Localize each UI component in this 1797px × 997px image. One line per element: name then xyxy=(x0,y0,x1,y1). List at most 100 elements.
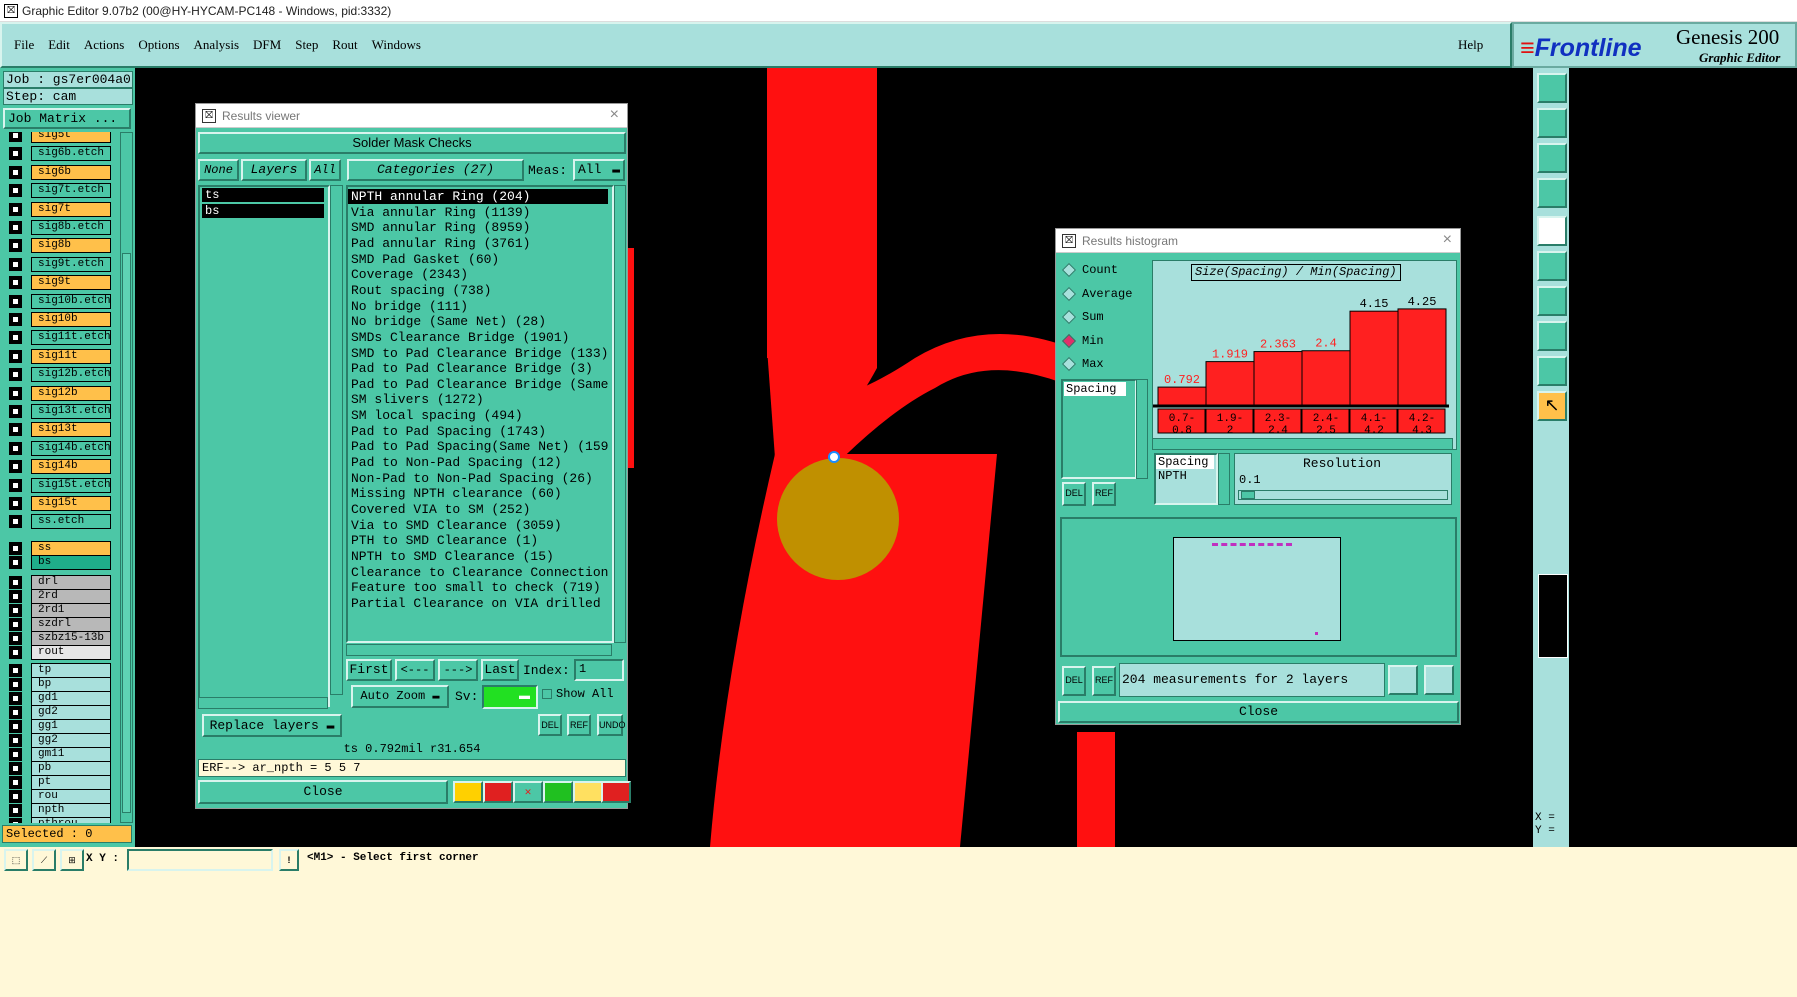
counter-icon[interactable] xyxy=(543,781,573,803)
layer-checkbox[interactable] xyxy=(9,460,22,474)
layer-row[interactable]: bs xyxy=(9,554,111,570)
menu-step[interactable]: Step xyxy=(295,37,318,52)
layer-scroll-thumb[interactable] xyxy=(122,253,131,813)
layer-row[interactable]: sig7t xyxy=(9,201,111,217)
layer-name[interactable]: sig11t.etch xyxy=(31,330,111,346)
layer-name[interactable]: sig9t.etch xyxy=(31,256,111,272)
layer-checkbox[interactable] xyxy=(9,405,22,418)
export-icon[interactable] xyxy=(1388,665,1418,695)
layer-checkbox[interactable] xyxy=(9,589,22,603)
layer-row[interactable]: sig15t.etch xyxy=(9,477,111,493)
categories-vscroll[interactable] xyxy=(614,185,626,643)
radio-icon[interactable] xyxy=(1061,309,1077,325)
layer-name[interactable]: ss.etch xyxy=(31,514,111,530)
layer-row[interactable]: sig13t.etch xyxy=(9,404,111,419)
overview-window[interactable] xyxy=(1538,574,1568,658)
layer-row[interactable]: sig6b.etch xyxy=(9,146,111,162)
drc-icon[interactable] xyxy=(1537,356,1567,386)
layer-checkbox[interactable] xyxy=(9,733,22,747)
layer-name[interactable]: sig8b xyxy=(31,238,111,254)
zoom-home-icon[interactable] xyxy=(1537,73,1567,103)
hist-ref-icon[interactable]: REF xyxy=(1092,482,1116,506)
category-item[interactable]: SMD to Pad Clearance Bridge (133) xyxy=(348,346,608,361)
close-icon[interactable]: × xyxy=(1443,231,1452,249)
category-item[interactable]: Covered VIA to SM (252) xyxy=(348,502,608,517)
layer-row[interactable]: pb xyxy=(9,760,111,776)
layer-name[interactable]: sig15t xyxy=(31,496,111,511)
pan-icon[interactable] xyxy=(1537,178,1567,208)
category-item[interactable]: Pad to Pad Spacing (1743) xyxy=(348,424,608,439)
menu-rout[interactable]: Rout xyxy=(332,37,357,52)
index-input[interactable]: 1 xyxy=(574,659,624,681)
menu-dfm[interactable]: DFM xyxy=(253,37,281,52)
menu-actions[interactable]: Actions xyxy=(84,37,124,52)
features-icon[interactable] xyxy=(1537,321,1567,351)
chart-export-icon[interactable] xyxy=(1424,665,1454,695)
histogram-bar[interactable] xyxy=(1253,351,1303,406)
layer-name[interactable]: gg2 xyxy=(31,732,111,748)
layer-checkbox[interactable] xyxy=(9,331,22,345)
histogram-chart[interactable]: 0.7920.7-0.81.9191.9-22.3632.3-2.42.42.4… xyxy=(1153,261,1453,451)
layer-checkbox[interactable] xyxy=(9,803,22,817)
attr2-item[interactable]: Spacing xyxy=(1156,455,1214,469)
layer-row[interactable]: sig9t.etch xyxy=(9,256,111,272)
attr-item-spacing[interactable]: Spacing xyxy=(1064,382,1126,396)
histogram-bar[interactable] xyxy=(1301,350,1351,406)
report-icon[interactable] xyxy=(573,781,603,803)
layer-name[interactable]: tp xyxy=(31,662,111,678)
hist-ref-icon-2[interactable]: REF xyxy=(1092,666,1116,696)
layers-list[interactable]: ts bs xyxy=(198,185,330,707)
layer-checkbox[interactable] xyxy=(9,184,22,198)
layer-checkbox[interactable] xyxy=(9,617,22,631)
radio-icon[interactable] xyxy=(1061,286,1077,301)
category-item[interactable]: SMD Pad Gasket (60) xyxy=(348,252,608,267)
layer-row[interactable]: sig12b xyxy=(9,385,111,401)
category-item[interactable]: No bridge (111) xyxy=(348,299,608,314)
category-item[interactable]: Missing NPTH clearance (60) xyxy=(348,486,608,501)
sv-color-dropdown[interactable]: ▬ xyxy=(482,685,538,709)
last-button[interactable]: Last xyxy=(481,659,519,681)
layer-checkbox[interactable] xyxy=(9,132,22,142)
menu-analysis[interactable]: Analysis xyxy=(194,37,240,52)
meas-dropdown[interactable]: All ▬ xyxy=(573,159,625,181)
layer-name[interactable]: sig13t xyxy=(31,422,111,438)
layer-checkbox[interactable] xyxy=(9,276,22,290)
category-item[interactable]: Rout spacing (738) xyxy=(348,283,608,298)
layer-name[interactable]: pt xyxy=(31,774,111,790)
categories-hscroll[interactable] xyxy=(346,644,612,656)
layer-checkbox[interactable] xyxy=(9,555,22,569)
layer-row[interactable]: sig10b.etch xyxy=(9,293,111,309)
none-button[interactable]: None xyxy=(198,159,239,181)
next-button[interactable]: ---> xyxy=(438,659,478,681)
layer-checkbox[interactable] xyxy=(9,631,22,645)
layer-checkbox[interactable] xyxy=(9,423,22,437)
attr-list[interactable]: Spacing xyxy=(1061,379,1137,479)
radio-icon[interactable] xyxy=(1061,262,1077,278)
auto-zoom-dropdown[interactable]: Auto Zoom ▬ xyxy=(351,685,449,708)
layer-row[interactable]: tp xyxy=(9,662,111,678)
layer-name[interactable]: sig5t xyxy=(31,132,111,143)
result-layer-item[interactable]: ts xyxy=(202,188,324,202)
layer-row[interactable]: gg2 xyxy=(9,732,111,748)
close-icon[interactable]: × xyxy=(610,106,619,124)
layer-checkbox[interactable] xyxy=(9,202,22,216)
measure-icon[interactable] xyxy=(1537,286,1567,316)
job-matrix-button[interactable]: Job Matrix ... xyxy=(3,108,131,129)
clear-icon[interactable]: ✕ xyxy=(513,781,543,803)
mode-radio-max[interactable]: Max xyxy=(1061,355,1150,375)
flashlight-icon[interactable] xyxy=(453,781,483,803)
net-icon[interactable] xyxy=(1537,251,1567,281)
layer-scrollbar[interactable] xyxy=(120,132,133,823)
layer-checkbox[interactable] xyxy=(9,349,22,363)
draw-tool-icon[interactable]: ⬚ xyxy=(4,849,28,871)
category-item[interactable]: Pad to Pad Spacing(Same Net) (159 xyxy=(348,439,608,454)
ref-icon[interactable]: REF xyxy=(567,714,591,736)
replace-layers-dropdown[interactable]: Replace layers ▬ xyxy=(202,714,342,737)
layer-checkbox[interactable] xyxy=(9,761,22,775)
menu-options[interactable]: Options xyxy=(138,37,179,52)
layer-checkbox[interactable] xyxy=(9,719,22,733)
category-item[interactable]: SMDs Clearance Bridge (1901) xyxy=(348,330,608,345)
category-item[interactable]: SMD annular Ring (8959) xyxy=(348,220,608,235)
layer-row[interactable]: sig8b xyxy=(9,238,111,254)
categories-button[interactable]: Categories (27) xyxy=(347,159,524,181)
